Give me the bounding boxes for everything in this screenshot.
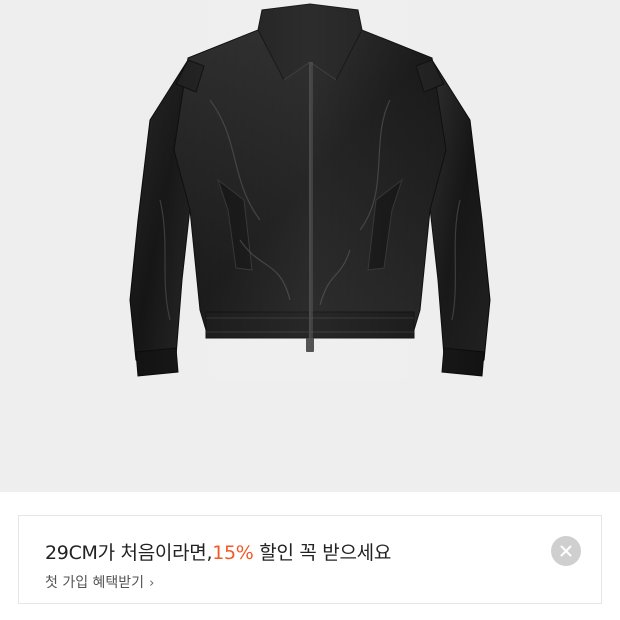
product-image-area[interactable] xyxy=(0,0,620,492)
promo-discount: 15% xyxy=(212,542,254,564)
chevron-right-icon: › xyxy=(149,576,155,591)
product-page: 29CM가 처음이라면,15% 할인 꼭 받으세요 첫 가입 혜택받기 › xyxy=(0,0,620,620)
signup-benefit-label: 첫 가입 혜택받기 xyxy=(45,575,145,591)
jacket-image xyxy=(129,0,491,380)
promo-headline-suffix: 할인 꼭 받으세요 xyxy=(253,542,392,564)
promo-banner[interactable]: 29CM가 처음이라면,15% 할인 꼭 받으세요 첫 가입 혜택받기 › xyxy=(18,515,602,604)
promo-headline: 29CM가 처음이라면,15% 할인 꼭 받으세요 xyxy=(45,538,391,565)
promo-headline-prefix: 29CM가 처음이라면, xyxy=(45,542,213,564)
close-button[interactable] xyxy=(551,536,581,566)
close-icon xyxy=(560,545,572,557)
signup-benefit-link[interactable]: 첫 가입 혜택받기 › xyxy=(45,572,154,592)
